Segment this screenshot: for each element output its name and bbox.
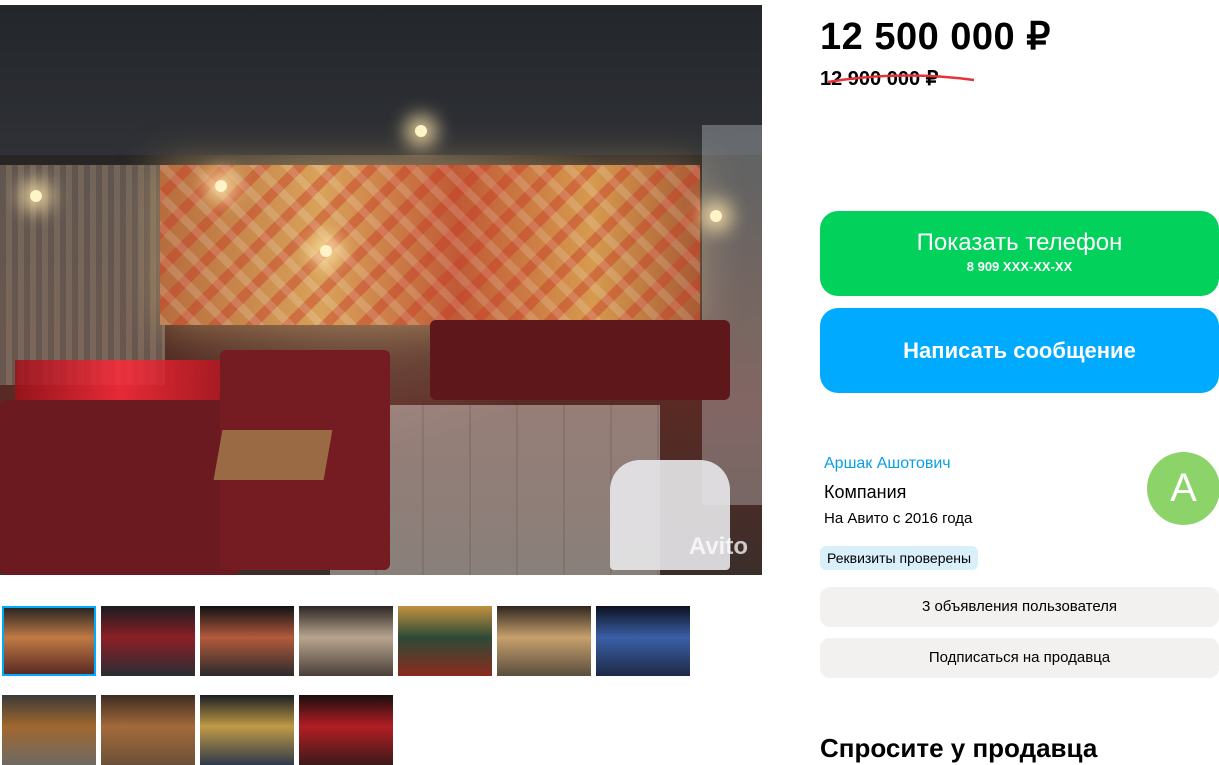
thumbnail[interactable]	[398, 606, 492, 676]
show-phone-button[interactable]: Показать телефон 8 909 XXX-XX-XX	[820, 211, 1219, 296]
thumbnail[interactable]	[497, 606, 591, 676]
photo-sofa	[430, 320, 730, 400]
seller-since: На Авито с 2016 года	[824, 510, 973, 527]
photo-mural	[160, 165, 700, 325]
avatar[interactable]: А	[1147, 452, 1219, 525]
write-message-button[interactable]: Написать сообщение	[820, 308, 1219, 393]
lamp-light	[320, 245, 332, 257]
subscribe-seller-button[interactable]: Подписаться на продавца	[820, 638, 1219, 678]
lamp-light	[710, 210, 722, 222]
thumbnail[interactable]	[299, 695, 393, 765]
thumbnail[interactable]	[200, 695, 294, 765]
photo-sofa	[0, 400, 240, 575]
show-phone-label: Показать телефон	[916, 229, 1123, 256]
photo-ceiling	[0, 5, 762, 155]
thumbnail[interactable]	[596, 606, 690, 676]
verified-badge: Реквизиты проверены	[820, 546, 979, 570]
photo-table	[213, 430, 333, 480]
thumbnail[interactable]	[101, 606, 195, 676]
main-photo[interactable]: Avito	[0, 5, 762, 575]
lamp-light	[30, 190, 42, 202]
seller-ads-link[interactable]: 3 объявления пользователя	[820, 587, 1219, 627]
phone-masked: 8 909 XXX-XX-XX	[966, 259, 1073, 274]
thumbnail[interactable]	[299, 606, 393, 676]
photo-red-light	[15, 360, 225, 400]
seller-type: Компания	[824, 482, 907, 502]
strike-through-line	[827, 74, 975, 84]
avito-watermark: Avito	[688, 533, 748, 560]
photo-window	[702, 125, 762, 505]
ask-seller-title: Спросите у продавца	[820, 733, 1098, 763]
photo-wall-left	[0, 165, 165, 385]
thumbnail[interactable]	[101, 695, 195, 765]
lamp-light	[215, 180, 227, 192]
price-current: 12 500 000 ₽	[820, 16, 1051, 58]
thumbnail[interactable]	[200, 606, 294, 676]
seller-name-link[interactable]: Аршак Ашотович	[824, 455, 951, 473]
lamp-light	[415, 125, 427, 137]
thumbnail[interactable]	[2, 695, 96, 765]
thumbnail[interactable]	[2, 606, 96, 676]
